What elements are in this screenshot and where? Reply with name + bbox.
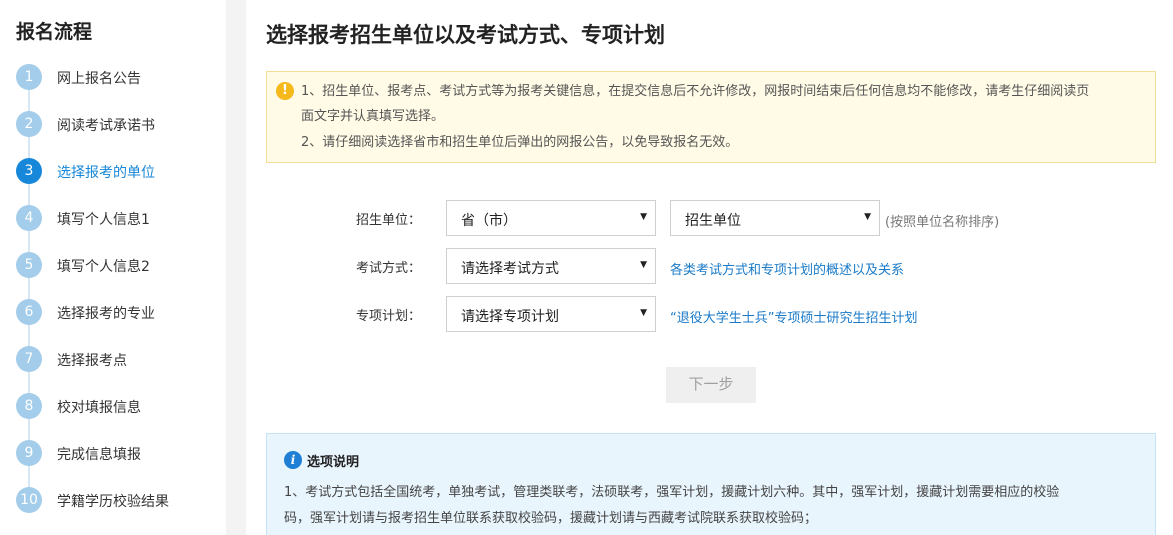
- step-10[interactable]: 10 学籍学历校验结果: [0, 483, 226, 530]
- step-number: 1: [16, 64, 42, 90]
- exam-overview-link[interactable]: 各类考试方式和专项计划的概述以及关系: [670, 259, 904, 278]
- step-label: 选择报考的专业: [57, 306, 155, 322]
- dropdown-arrow-icon: ▼: [864, 212, 871, 222]
- warning-icon: !: [276, 82, 294, 100]
- options-line: 1、考试方式包括全国统考，单独考试，管理类联考，法硕联考，强军计划，援藏计划六种…: [284, 485, 1060, 500]
- sidebar-divider: [226, 0, 246, 535]
- step-label: 阅读考试承诺书: [57, 118, 155, 134]
- step-connector: [28, 372, 30, 393]
- unit-select[interactable]: 招生单位 ▼: [670, 200, 880, 236]
- exam-label: 考试方式：: [356, 261, 422, 276]
- step-label: 填写个人信息2: [57, 259, 150, 275]
- warning-notice: ! 1、招生单位、报考点、考试方式等为报考关键信息，在提交信息后不允许修改，网报…: [266, 71, 1156, 163]
- step-connector: [28, 325, 30, 346]
- exam-select[interactable]: 请选择考试方式 ▼: [446, 248, 656, 284]
- exam-row: 考试方式： 请选择考试方式 ▼ 各类考试方式和专项计划的概述以及关系: [246, 248, 1173, 286]
- step-number: 8: [16, 393, 42, 419]
- exam-select-value: 请选择考试方式: [461, 261, 559, 277]
- unit-label: 招生单位：: [356, 213, 422, 228]
- step-number: 10: [16, 487, 42, 513]
- step-number: 5: [16, 252, 42, 278]
- step-number: 3: [16, 158, 42, 184]
- province-select-value: 省（市）: [461, 213, 517, 229]
- step-connector: [28, 466, 30, 487]
- notice-line: 面文字并认真填写选择。: [301, 109, 445, 124]
- info-icon: i: [284, 451, 302, 469]
- step-9[interactable]: 9 完成信息填报: [0, 436, 226, 487]
- plan-row: 专项计划： 请选择专项计划 ▼ “退役大学生士兵”专项硕士研究生招生计划: [246, 296, 1173, 334]
- step-label: 校对填报信息: [57, 400, 141, 416]
- step-5[interactable]: 5 填写个人信息2: [0, 248, 226, 299]
- unit-row: 招生单位： 省（市） ▼ 招生单位 ▼ (按照单位名称排序): [246, 200, 1173, 238]
- province-select[interactable]: 省（市） ▼: [446, 200, 656, 236]
- plan-select-value: 请选择专项计划: [461, 309, 559, 325]
- dropdown-arrow-icon: ▼: [640, 308, 647, 318]
- step-number: 4: [16, 205, 42, 231]
- dropdown-arrow-icon: ▼: [640, 260, 647, 270]
- step-label: 选择报考点: [57, 353, 127, 369]
- plan-select[interactable]: 请选择专项计划 ▼: [446, 296, 656, 332]
- step-3[interactable]: 3 选择报考的单位: [0, 154, 226, 205]
- main-content: 选择报考招生单位以及考试方式、专项计划 ! 1、招生单位、报考点、考试方式等为报…: [246, 0, 1173, 535]
- notice-line: 1、招生单位、报考点、考试方式等为报考关键信息，在提交信息后不允许修改，网报时间…: [301, 84, 1090, 99]
- sidebar: 报名流程 1 网上报名公告 2 阅读考试承诺书 3 选择报考的单位 4 填写个人…: [0, 0, 226, 535]
- options-title: 选项说明: [307, 455, 360, 470]
- step-connector: [28, 184, 30, 205]
- page-title: 选择报考招生单位以及考试方式、专项计划: [266, 23, 665, 47]
- unit-select-value: 招生单位: [685, 213, 741, 229]
- step-number: 9: [16, 440, 42, 466]
- step-connector: [28, 278, 30, 299]
- plan-label: 专项计划：: [356, 309, 422, 324]
- step-list: 1 网上报名公告 2 阅读考试承诺书 3 选择报考的单位 4 填写个人信息1 5: [0, 60, 226, 530]
- step-2[interactable]: 2 阅读考试承诺书: [0, 107, 226, 158]
- step-8[interactable]: 8 校对填报信息: [0, 389, 226, 440]
- step-7[interactable]: 7 选择报考点: [0, 342, 226, 393]
- step-label: 填写个人信息1: [57, 212, 150, 228]
- step-6[interactable]: 6 选择报考的专业: [0, 295, 226, 346]
- step-label: 学籍学历校验结果: [57, 494, 169, 510]
- step-connector: [28, 137, 30, 158]
- step-4[interactable]: 4 填写个人信息1: [0, 201, 226, 252]
- step-number: 7: [16, 346, 42, 372]
- page: 报名流程 1 网上报名公告 2 阅读考试承诺书 3 选择报考的单位 4 填写个人…: [0, 0, 1173, 535]
- step-connector: [28, 231, 30, 252]
- step-label: 选择报考的单位: [57, 165, 155, 181]
- step-number: 2: [16, 111, 42, 137]
- step-number: 6: [16, 299, 42, 325]
- step-1[interactable]: 1 网上报名公告: [0, 60, 226, 111]
- options-info-box: i 选项说明 1、考试方式包括全国统考，单独考试，管理类联考，法硕联考，强军计划…: [266, 433, 1156, 535]
- sidebar-title: 报名流程: [16, 21, 93, 43]
- next-step-button[interactable]: 下一步: [666, 367, 756, 403]
- veteran-plan-link[interactable]: “退役大学生士兵”专项硕士研究生招生计划: [670, 307, 917, 326]
- dropdown-arrow-icon: ▼: [640, 212, 647, 222]
- step-label: 网上报名公告: [57, 71, 141, 87]
- step-label: 完成信息填报: [57, 447, 141, 463]
- step-connector: [28, 90, 30, 111]
- step-connector: [28, 419, 30, 440]
- notice-line: 2、请仔细阅读选择省市和招生单位后弹出的网报公告，以免导致报名无效。: [301, 135, 739, 150]
- unit-hint: (按照单位名称排序): [885, 215, 1000, 230]
- options-line: 码，强军计划请与报考招生单位联系获取校验码，援藏计划请与西藏考试院联系获取校验码…: [284, 511, 818, 526]
